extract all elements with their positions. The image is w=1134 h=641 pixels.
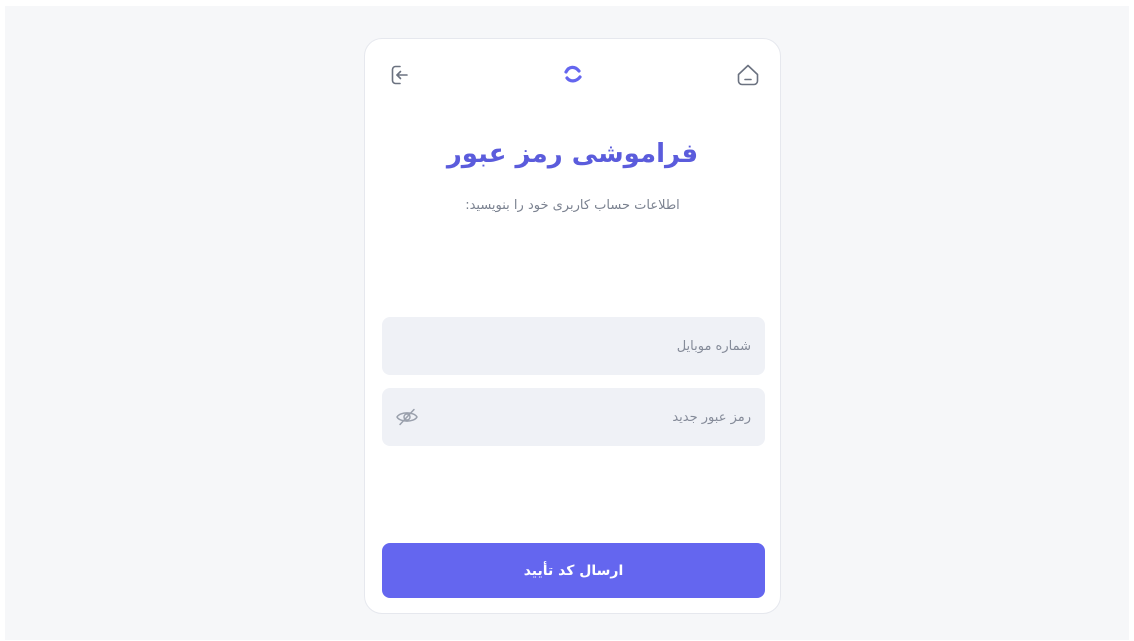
page-subtitle: اطلاعات حساب کاربری خود را بنویسید: bbox=[465, 198, 680, 213]
page-title: فراموشی رمز عبور bbox=[446, 139, 699, 169]
new-password-input[interactable] bbox=[382, 388, 765, 446]
forgot-password-card: فراموشی رمز عبور اطلاعات حساب کاربری خود… bbox=[364, 38, 781, 614]
home-icon bbox=[737, 64, 759, 86]
mobile-input[interactable] bbox=[382, 317, 765, 375]
brand-logo-icon bbox=[564, 65, 582, 83]
brand-logo[interactable] bbox=[558, 60, 588, 90]
send-verification-code-button[interactable]: ارسال کد تأیید bbox=[382, 543, 765, 598]
eye-off-icon bbox=[396, 408, 418, 426]
toggle-password-visibility[interactable] bbox=[394, 405, 420, 429]
home-button[interactable] bbox=[733, 60, 763, 90]
password-field-wrapper bbox=[382, 388, 765, 446]
logout-button[interactable] bbox=[384, 60, 414, 90]
logout-arrow-icon bbox=[391, 65, 408, 85]
mobile-field-wrapper bbox=[382, 317, 765, 375]
